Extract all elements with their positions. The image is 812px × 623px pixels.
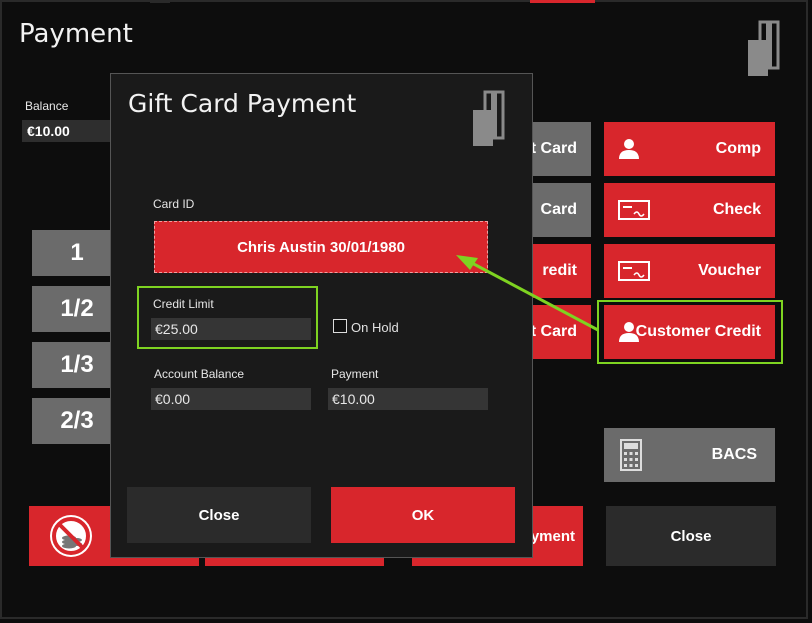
tender-voucher[interactable]: Voucher (604, 244, 775, 298)
highlight-customer-credit (597, 300, 783, 364)
calculator-icon (620, 439, 642, 471)
card-id-label: Card ID (153, 197, 195, 211)
card-id-button[interactable]: Chris Austin 30/01/1980 (154, 221, 488, 273)
page-title: Payment (19, 19, 133, 49)
check-icon (618, 200, 650, 220)
balance-label: Balance (25, 99, 69, 113)
payment-label: Payment (331, 367, 379, 381)
no-cash-icon (50, 515, 92, 557)
dialog-title: Gift Card Payment (128, 89, 357, 118)
account-balance-label: Account Balance (154, 367, 245, 381)
balance-value: €10.00 (22, 120, 117, 142)
voucher-icon (618, 261, 650, 281)
tender-bacs[interactable]: BACS (604, 428, 775, 482)
highlight-credit-limit (137, 286, 318, 349)
on-hold-label: On Hold (351, 320, 399, 335)
tender-comp[interactable]: Comp (604, 122, 775, 176)
split-button-third[interactable]: 1/3 (32, 342, 122, 388)
split-button-half[interactable]: 1/2 (32, 286, 122, 332)
dialog-close-button[interactable]: Close (127, 487, 311, 543)
dialog-ok-button[interactable]: OK (331, 487, 515, 543)
account-balance-field[interactable]: €0.00 (151, 388, 311, 410)
card-icon (473, 90, 505, 146)
card-icon (748, 20, 780, 76)
top-strip-red (530, 0, 595, 3)
split-button-two-thirds[interactable]: 2/3 (32, 398, 122, 444)
tender-check[interactable]: Check (604, 183, 775, 237)
split-button-1[interactable]: 1 (32, 230, 122, 276)
top-strip (150, 0, 170, 3)
payment-field[interactable]: €10.00 (328, 388, 488, 410)
close-payment-button[interactable]: Close (606, 506, 776, 566)
on-hold-checkbox[interactable] (333, 319, 347, 333)
user-icon (619, 139, 639, 159)
